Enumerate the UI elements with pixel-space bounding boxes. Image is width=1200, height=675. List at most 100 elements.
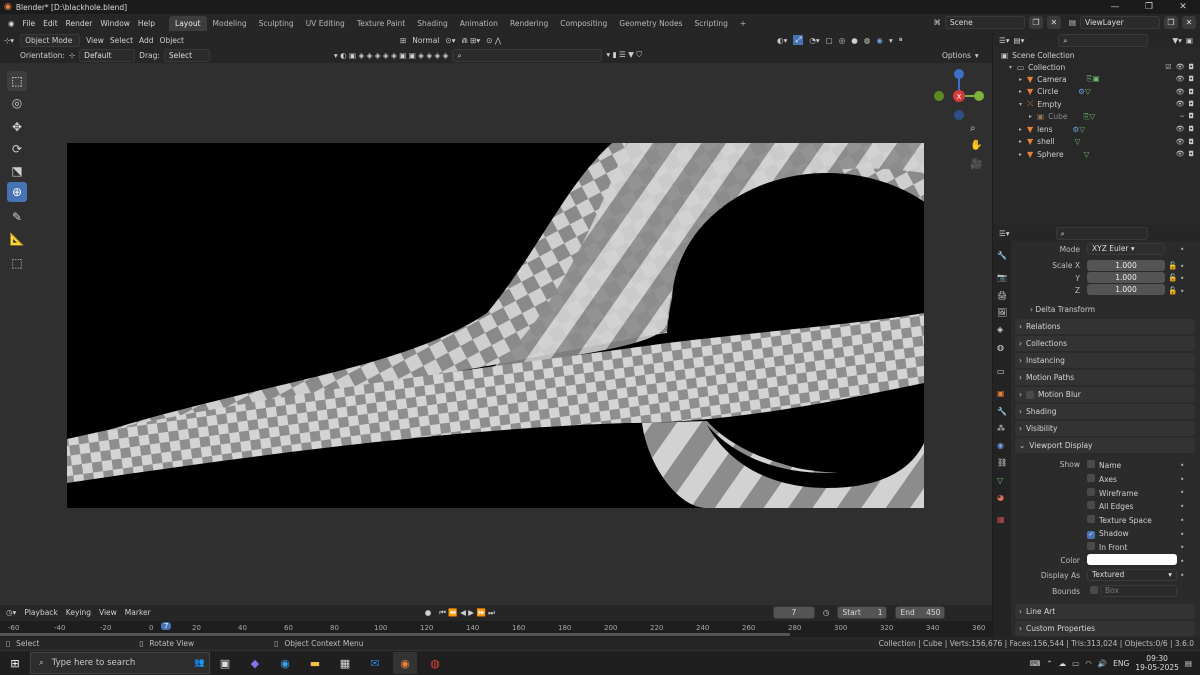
transform-orientation-dropdown[interactable]: Normal <box>412 36 439 45</box>
panel-visibility[interactable]: › Visibility <box>1015 421 1195 436</box>
file-explorer-icon[interactable]: ▬ <box>303 652 327 674</box>
bounds-dropdown[interactable]: Box <box>1100 585 1177 597</box>
windows-start-icon[interactable]: ⊞ <box>3 652 27 674</box>
editor-type-icon[interactable]: ⊹▾ <box>4 36 14 45</box>
maximize-button[interactable]: ❐ <box>1132 0 1166 14</box>
playback-controls-icon[interactable]: ⏮ ⏪ ◀ ▶ ⏩ ⏭ <box>439 608 495 618</box>
outliner-search-icon[interactable]: ⌕ <box>1058 33 1149 47</box>
motion-blur-checkbox[interactable] <box>1026 390 1034 399</box>
copilot-icon[interactable]: ◆ <box>243 652 267 674</box>
outliner-editor-icon[interactable]: ☰▾ <box>999 36 1010 45</box>
data-tab-icon[interactable]: ▽ <box>997 476 1003 485</box>
outliner-row-cube[interactable]: ▸ ▣ Cube ⎘▽ ⌣ ◘ <box>993 111 1200 124</box>
eye-closed-icon[interactable]: ⌣ <box>1180 112 1185 121</box>
outliner-row-shell[interactable]: ▸ ▼ shell ▽ 👁 ◘ <box>993 136 1200 149</box>
eye-icon[interactable]: 👁 <box>1176 88 1185 96</box>
scene-tab-icon[interactable]: ◈ <box>997 325 1003 334</box>
scale-z-field[interactable]: 1.000 <box>1087 284 1165 295</box>
drag-dropdown[interactable]: Select Box <box>163 48 210 71</box>
transform-icon[interactable]: ⊕ <box>7 182 27 202</box>
chevron-up-icon[interactable]: ⌃ <box>1046 659 1052 668</box>
lock-icons[interactable]: 🔓 🔓 🔓 <box>1168 260 1177 297</box>
transform-orientation-icon[interactable]: ⊞ <box>400 36 406 45</box>
pause-icon[interactable]: ⏸ <box>899 35 903 45</box>
render-tab-icon[interactable]: 📷 <box>997 273 1007 282</box>
options-chevron-icon[interactable]: ▾ <box>975 51 979 60</box>
menu-keying[interactable]: Keying <box>66 608 91 617</box>
panel-custom-properties[interactable]: › Custom Properties <box>1015 621 1195 636</box>
menu-help[interactable]: Help <box>134 19 159 28</box>
expand-icon[interactable]: ▸ <box>1019 151 1027 158</box>
new-collection-icon[interactable]: ▣ <box>1186 36 1193 45</box>
outliner-row-lens[interactable]: ▸ ▼ lens ⚙ ▽ 👁 ◘ <box>993 123 1200 136</box>
panel-motion-blur[interactable]: › Motion Blur <box>1015 387 1195 402</box>
outliner-row-circle[interactable]: ▸ ▼ Circle ⚙ ▽ 👁 ◘ <box>993 86 1200 99</box>
color-swatch[interactable] <box>1087 554 1177 565</box>
scene-icon[interactable]: ⌘ <box>933 18 941 27</box>
tab-uv-editing[interactable]: UV Editing <box>300 16 351 31</box>
clock[interactable]: 09:30 19-05-2025 <box>1135 654 1179 672</box>
keyframe-dots-scale[interactable]: • • • <box>1180 261 1184 298</box>
language-indicator[interactable]: ENG <box>1113 659 1129 668</box>
keyboard-icon[interactable]: ⌨ <box>1030 659 1041 668</box>
panel-viewport-display[interactable]: ⌄ Viewport Display <box>1015 438 1195 453</box>
zoom-icon[interactable]: ⌕ <box>970 123 976 134</box>
texture-tab-icon[interactable]: ▦ <box>997 515 1005 524</box>
eye-icon[interactable]: 👁 <box>1176 75 1185 83</box>
view-layer-field[interactable]: ViewLayer <box>1080 16 1160 29</box>
shading-options-icon[interactable]: ▾ <box>889 36 893 45</box>
expand-icon[interactable]: ▾ <box>1009 64 1017 71</box>
move-icon[interactable]: ✥ <box>7 117 27 137</box>
eye-icon[interactable]: 👁 <box>1176 150 1185 158</box>
cursor-select-icon[interactable]: ⬚ <box>7 71 27 91</box>
menu-object[interactable]: Object <box>160 36 184 45</box>
panel-motion-paths[interactable]: › Motion Paths <box>1015 370 1195 385</box>
keyframe-dots[interactable]: • • • • • • • • • <box>1180 459 1184 582</box>
show-in-front-checkbox[interactable]: In Front <box>1087 542 1127 552</box>
expand-icon[interactable]: ▸ <box>1019 76 1027 83</box>
tool-tab-icon[interactable]: 🔧 <box>997 251 1007 260</box>
view-layer-icon[interactable]: ▤ <box>1069 18 1076 27</box>
measure-icon[interactable]: 📐 <box>7 229 27 249</box>
menu-view[interactable]: View <box>86 36 104 45</box>
material-tab-icon[interactable]: ◕ <box>997 493 1004 502</box>
outlook-icon[interactable]: ✉ <box>363 652 387 674</box>
show-axes-checkbox[interactable]: Axes <box>1087 474 1117 484</box>
camera-render-icon[interactable]: ◘ <box>1188 112 1194 121</box>
expand-icon[interactable]: ▸ <box>1019 138 1027 145</box>
panel-collections[interactable]: › Collections <box>1015 336 1195 351</box>
blender-taskbar-icon[interactable]: ◉ <box>393 652 417 674</box>
expand-icon[interactable]: ▸ <box>1029 113 1037 120</box>
object-tab-icon[interactable]: ▣ <box>997 389 1005 398</box>
store-icon[interactable]: ▦ <box>333 652 357 674</box>
menu-file[interactable]: File <box>19 19 40 28</box>
end-frame-field[interactable]: End 450 <box>895 606 946 619</box>
checkbox-icon[interactable]: ☑ <box>1165 63 1171 71</box>
gizmo-icon[interactable]: ⤢ <box>793 35 804 45</box>
show-shadow-checkbox[interactable]: ✓ Shadow <box>1087 529 1129 539</box>
scale-icon[interactable]: ⬔ <box>7 161 27 181</box>
tab-modeling[interactable]: Modeling <box>207 16 253 31</box>
outliner-row-empty[interactable]: ▾ ⤫ Empty 👁 ◘ <box>993 98 1200 111</box>
show-all-edges-checkbox[interactable]: All Edges <box>1087 501 1133 511</box>
scale-x-field[interactable]: 1.000 <box>1087 260 1165 271</box>
cursor-icon[interactable]: ◎ <box>7 93 27 113</box>
panel-relations[interactable]: › Relations <box>1015 319 1195 334</box>
timeline-editor-icon[interactable]: ◷▾ <box>6 608 16 617</box>
taskbar-search[interactable]: ⌕ Type here to search 👥 <box>30 652 210 674</box>
properties-editor-icon[interactable]: ☰▾ <box>999 229 1010 238</box>
panel-delta-transform[interactable]: › Delta Transform <box>1030 305 1095 314</box>
camera-render-icon[interactable]: ◘ <box>1188 88 1194 96</box>
particles-tab-icon[interactable]: ⁂ <box>997 424 1005 433</box>
panel-line-art[interactable]: › Line Art <box>1015 604 1195 619</box>
shading-material-icon[interactable]: ◍ <box>864 36 871 45</box>
menu-render[interactable]: Render <box>62 19 97 28</box>
pivot-icon[interactable]: ⊙▾ <box>445 36 455 45</box>
rotation-mode-dropdown[interactable]: XYZ Euler ▾ <box>1087 243 1165 255</box>
snap-icon[interactable]: ⋒ ⊞▾ <box>461 36 480 45</box>
tab-compositing[interactable]: Compositing <box>554 16 613 31</box>
camera-render-icon[interactable]: ◘ <box>1188 125 1194 133</box>
physics-tab-icon[interactable]: ◉ <box>997 441 1004 450</box>
current-frame-field[interactable]: 7 <box>772 606 815 619</box>
menu-edit[interactable]: Edit <box>39 19 62 28</box>
